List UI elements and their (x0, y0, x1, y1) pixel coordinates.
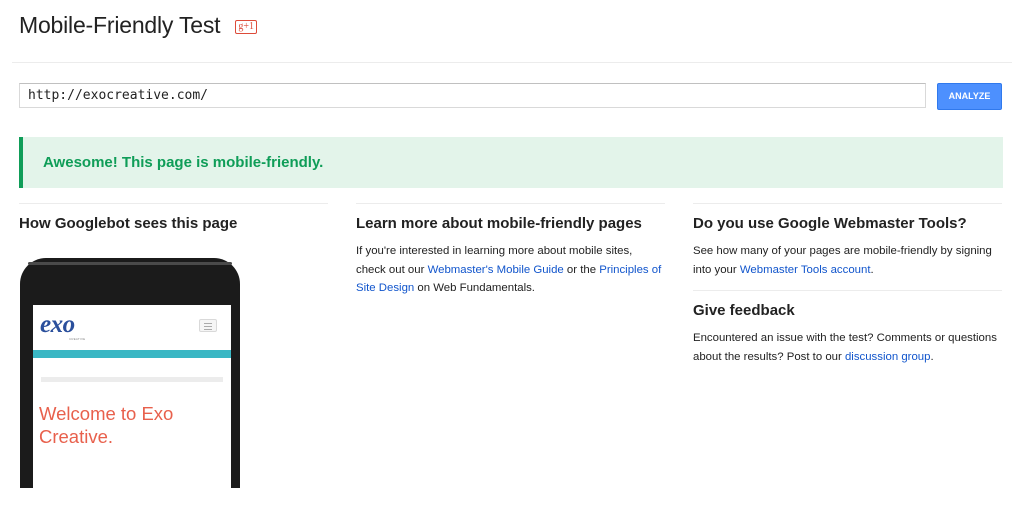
phone-screen: exo CREATIVE Welcome to Exo Creative. (33, 305, 231, 505)
webmaster-tools-link[interactable]: Webmaster Tools account (740, 264, 871, 276)
feedback-text-part: . (930, 350, 934, 363)
site-placeholder-bar (41, 377, 223, 382)
header-divider (12, 62, 1012, 63)
webmaster-text-part: . (870, 263, 874, 276)
feedback-heading: Give feedback (693, 302, 795, 319)
section-divider (19, 203, 328, 204)
phone-preview: exo CREATIVE Welcome to Exo Creative. (20, 258, 240, 505)
result-banner: Awesome! This page is mobile-friendly. (19, 137, 1003, 188)
discussion-group-link[interactable]: discussion group (845, 351, 930, 363)
learn-text-part: or the (563, 263, 600, 276)
site-logo-subtitle: CREATIVE (69, 337, 86, 341)
learn-text-part: on Web Fundamentals. (414, 282, 535, 294)
url-input[interactable] (19, 83, 926, 108)
url-form: ANALYZE (19, 83, 1003, 110)
learn-more-section: Learn more about mobile-friendly pages I… (356, 203, 665, 298)
webmaster-tools-section: Do you use Google Webmaster Tools? See h… (693, 203, 1002, 366)
section-divider (693, 203, 1002, 204)
section-divider (356, 203, 665, 204)
webmaster-text: See how many of your pages are mobile-fr… (693, 242, 1002, 279)
page-header: Mobile-Friendly Test g+1 (19, 12, 258, 39)
section-divider (693, 290, 1002, 291)
learn-text: If you're interested in learning more ab… (356, 242, 665, 298)
feedback-text: Encountered an issue with the test? Comm… (693, 329, 1002, 366)
analyze-button[interactable]: ANALYZE (937, 83, 1002, 110)
page-title: Mobile-Friendly Test (19, 12, 221, 38)
googlebot-heading: How Googlebot sees this page (19, 215, 238, 232)
learn-heading: Learn more about mobile-friendly pages (356, 215, 642, 232)
site-logo: exo (40, 311, 75, 338)
google-plus-one-button[interactable]: g+1 (235, 20, 258, 34)
phone-speaker (28, 262, 232, 265)
webmaster-heading: Do you use Google Webmaster Tools? (693, 215, 967, 232)
mobile-guide-link[interactable]: Webmaster's Mobile Guide (428, 264, 564, 276)
result-message: Awesome! This page is mobile-friendly. (43, 154, 324, 171)
menu-icon (199, 319, 217, 332)
site-welcome-text: Welcome to Exo Creative. (39, 403, 174, 447)
googlebot-view-section: How Googlebot sees this page (19, 203, 328, 232)
site-nav-bar (33, 350, 231, 358)
